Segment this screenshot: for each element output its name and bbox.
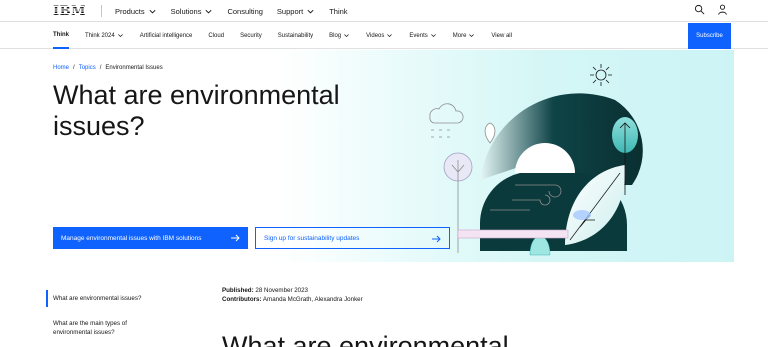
button-label: Manage environmental issues with IBM sol… [61,234,202,242]
chevron-down-icon [149,9,156,13]
title-line-2: issues? [53,111,145,141]
subnav-label: Think [53,31,69,38]
subnav-item-more[interactable]: More [453,22,476,49]
arrow-right-icon [231,234,240,242]
breadcrumb-separator: / [73,65,75,71]
breadcrumb-topics[interactable]: Topics [79,65,96,71]
subnav-item-events[interactable]: Events [409,22,436,49]
published-date: 28 November 2023 [255,287,309,294]
toc-item[interactable]: What are environmental issues? [46,290,166,307]
masthead-divider [101,5,102,17]
subscribe-button[interactable]: Subscribe [688,23,731,49]
page-title: What are environmental issues? [53,80,353,142]
top-nav: Products Solutions Consulting Support Th… [115,0,348,22]
breadcrumb-current: Environmental Issues [105,65,163,71]
subnav-label: Videos [366,32,385,39]
contributors-label: Contributors: [222,296,262,303]
nav-item-label: Solutions [170,6,202,16]
rain-dashes [431,129,450,138]
subnav-item-videos[interactable]: Videos [366,22,393,49]
nav-item-label: Support [276,6,304,16]
chevron-down-icon [205,9,212,13]
table-of-contents: What are environmental issues? What are … [46,290,166,341]
subnav-label: Events [409,32,428,39]
breadcrumb-home[interactable]: Home [53,65,69,71]
nav-item-label: Consulting [227,6,263,16]
subnav-item-ai[interactable]: Artificial intelligence [140,22,193,49]
nav-item-consulting[interactable]: Consulting [227,7,262,16]
subnav-label: View all [491,32,512,39]
ibm-logo[interactable]: IBM [53,4,86,19]
nav-item-support[interactable]: Support [277,7,315,16]
masthead: IBM Products Solutions Consulting Suppor… [0,0,768,22]
published-label: Published: [222,287,254,294]
chevron-down-icon [469,34,475,38]
chevron-down-icon [344,34,349,38]
article-meta: Published: 28 November 2023 Contributors… [222,286,363,304]
chevron-down-icon [430,34,436,38]
subnav-item-think-2024[interactable]: Think 2024 [85,22,124,49]
published-line: Published: 28 November 2023 [222,286,363,295]
sun-icon [590,64,612,86]
subnav-label: Security [240,32,262,39]
subnav-label: More [452,32,467,39]
user-icon[interactable] [717,4,728,15]
subnav-label: Cloud [208,32,225,39]
breadcrumb: Home / Topics / Environmental Issues [53,65,163,71]
subnav-label: Artificial intelligence [139,32,193,39]
nav-item-solutions[interactable]: Solutions [171,7,214,16]
contributors-line: Contributors: Amanda McGrath, Alexandra … [222,295,363,304]
nav-item-label: Think [329,6,348,16]
search-icon[interactable] [694,4,705,15]
cloud-icon [429,103,464,124]
subnav-items: Think Think 2024 Artificial intelligence… [53,22,528,49]
masthead-icons [694,4,728,15]
subnav-label: Think 2024 [85,32,115,39]
subnav-item-sustainability[interactable]: Sustainability [278,22,313,49]
button-label: Sign up for sustainability updates [264,234,360,242]
environmental-illustration [429,64,643,256]
toc-item[interactable]: What are the main types of environmental… [46,315,166,341]
article-title: What are environmental [222,331,509,347]
chevron-down-icon [307,9,314,13]
small-leaf [484,122,496,144]
nav-item-think[interactable]: Think [329,7,347,16]
breadcrumb-separator: / [99,65,102,71]
subnav-item-blog[interactable]: Blog [329,22,350,49]
think-subnav: Think Think 2024 Artificial intelligence… [0,22,768,49]
subnav-item-cloud[interactable]: Cloud [208,22,224,49]
nav-item-label: Products [115,6,145,16]
subnav-item-think[interactable]: Think [53,22,69,49]
chevron-down-icon [387,34,393,38]
ground-band [457,229,569,239]
subnav-label: Sustainability [277,32,314,39]
nav-item-products[interactable]: Products [115,7,157,16]
title-line-1: What are environmental [53,80,340,110]
chevron-down-icon [117,34,123,38]
subnav-item-view-all[interactable]: View all [491,22,512,49]
contributors-names: Amanda McGrath, Alexandra Jonker [262,296,363,303]
manage-solutions-button[interactable]: Manage environmental issues with IBM sol… [53,227,248,249]
subnav-label: Blog [329,32,342,39]
subnav-item-security[interactable]: Security [240,22,262,49]
